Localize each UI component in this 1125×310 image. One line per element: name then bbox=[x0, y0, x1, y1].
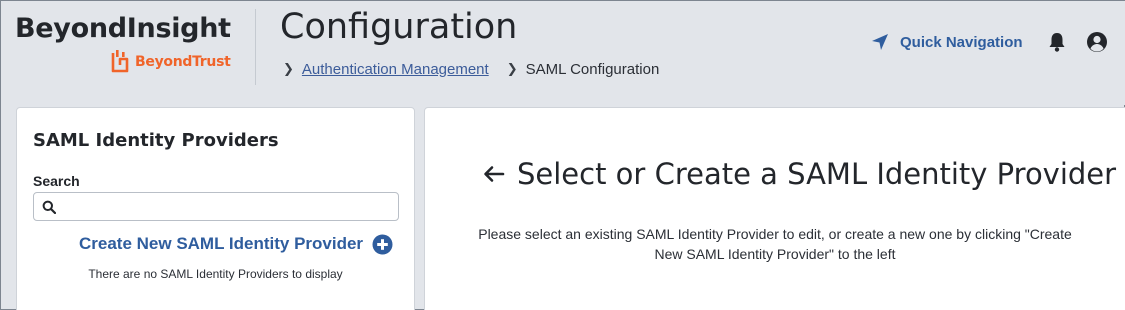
chevron-right-icon: ❯ bbox=[506, 61, 518, 77]
page-title: Configuration bbox=[280, 7, 518, 47]
product-name: BeyondInsight bbox=[15, 13, 231, 44]
saml-providers-panel: SAML Identity Providers Search Create Ne… bbox=[16, 107, 415, 310]
breadcrumb-link-authentication-management[interactable]: Authentication Management bbox=[302, 61, 489, 78]
create-saml-provider-label: Create New SAML Identity Provider bbox=[79, 234, 364, 253]
search-box[interactable] bbox=[33, 192, 399, 221]
main-heading: Select or Create a SAML Identity Provide… bbox=[483, 154, 1116, 194]
bell-icon[interactable] bbox=[1046, 31, 1068, 53]
brand-logo[interactable]: BeyondInsight BeyondTrust bbox=[15, 11, 237, 81]
chevron-right-icon: ❯ bbox=[283, 61, 294, 77]
main-description: Please select an existing SAML Identity … bbox=[478, 226, 1072, 262]
main-heading-text: Select or Create a SAML Identity Provide… bbox=[517, 157, 1117, 191]
quick-navigation-button[interactable]: Quick Navigation bbox=[870, 30, 1023, 54]
quick-navigation-label: Quick Navigation bbox=[900, 33, 1023, 51]
app-header: BeyondInsight BeyondTrust Configuration … bbox=[1, 1, 1125, 105]
create-saml-provider-button[interactable]: Create New SAML Identity Provider bbox=[79, 233, 393, 255]
user-circle-icon[interactable] bbox=[1086, 31, 1108, 53]
search-label: Search bbox=[33, 173, 80, 189]
empty-list-message: There are no SAML Identity Providers to … bbox=[88, 267, 343, 281]
company-name: BeyondTrust bbox=[135, 54, 231, 70]
plus-circle-icon bbox=[372, 234, 393, 254]
header-divider bbox=[255, 9, 256, 85]
beyondtrust-logo-icon bbox=[111, 50, 129, 73]
breadcrumb: ❯ Authentication Management ❯ SAML Confi… bbox=[283, 59, 659, 79]
panel-title: SAML Identity Providers bbox=[33, 130, 279, 151]
arrow-left-icon bbox=[484, 166, 505, 182]
company-logo: BeyondTrust bbox=[109, 49, 231, 75]
location-arrow-icon bbox=[872, 34, 888, 50]
search-icon bbox=[42, 200, 56, 214]
breadcrumb-current: SAML Configuration bbox=[525, 60, 660, 78]
main-content-panel: Select or Create a SAML Identity Provide… bbox=[424, 107, 1125, 310]
search-input[interactable] bbox=[62, 198, 392, 215]
